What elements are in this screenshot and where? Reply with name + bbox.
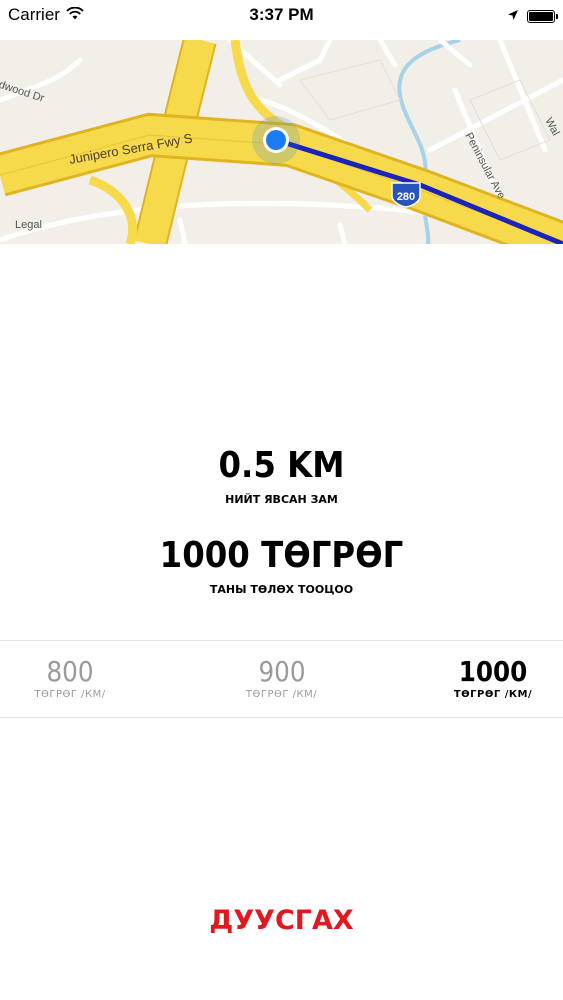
fare-label: ТАНЫ ТӨЛӨХ ТООЦОО <box>209 583 354 596</box>
rate-option-800[interactable]: 800 ТӨГРӨГ /КМ/ <box>0 656 140 702</box>
battery-icon <box>527 9 558 23</box>
rate-option-1000[interactable]: 1000 ТӨГРӨГ /КМ/ <box>423 656 563 702</box>
finish-button[interactable]: ДУУСГАХ <box>0 905 563 936</box>
fare-block: 1000 ТӨГРӨГ ТАНЫ ТӨЛӨХ ТООЦОО <box>0 530 563 598</box>
rate-unit: ТӨГРӨГ /КМ/ <box>34 689 106 700</box>
rate-unit: ТӨГРӨГ /КМ/ <box>245 689 318 700</box>
distance-value: 0.5 KM <box>218 445 345 486</box>
rate-value: 1000 <box>458 655 528 688</box>
route-map[interactable]: 280 Junipero Serra Fwy S dwood Dr Penins… <box>0 40 563 244</box>
shield-number: 280 <box>397 191 415 203</box>
status-right <box>507 6 558 26</box>
rate-value: 800 <box>46 655 94 688</box>
rate-option-900[interactable]: 900 ТӨГРӨГ /КМ/ <box>212 656 352 702</box>
status-time: 3:37 PM <box>249 5 314 24</box>
fare-value: 1000 ТӨГРӨГ <box>159 535 404 576</box>
status-bar: Carrier 3:37 PM <box>0 0 563 30</box>
distance-block: 0.5 KM НИЙТ ЯВСАН ЗАМ <box>0 440 563 508</box>
trip-stats: 0.5 KM НИЙТ ЯВСАН ЗАМ 1000 ТӨГРӨГ ТАНЫ Т… <box>0 440 563 620</box>
rate-selector: 800 ТӨГРӨГ /КМ/ 900 ТӨГРӨГ /КМ/ 1000 ТӨГ… <box>0 640 563 718</box>
location-arrow-icon <box>507 6 519 26</box>
interstate-shield-icon: 280 <box>391 182 421 208</box>
map-legal-link[interactable]: Legal <box>15 219 42 231</box>
rate-unit: ТӨГРӨГ /КМ/ <box>453 689 533 700</box>
distance-label: НИЙТ ЯВСАН ЗАМ <box>225 493 338 506</box>
rate-value: 900 <box>257 655 306 688</box>
